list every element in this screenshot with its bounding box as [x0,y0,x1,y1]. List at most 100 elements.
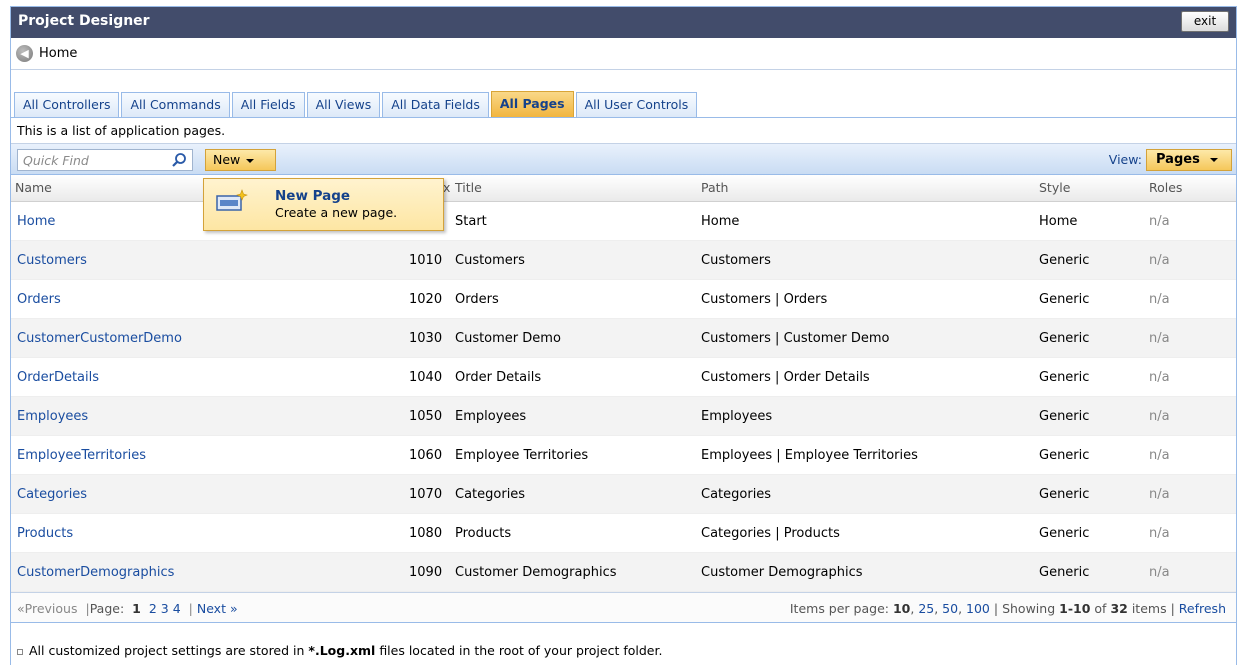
column-header-title[interactable]: Title [455,180,482,195]
row-style: Generic [1039,370,1090,385]
new-page-icon [216,189,248,211]
row-name-link[interactable]: EmployeeTerritories [17,448,146,463]
row-index: 1080 [409,526,443,541]
page-link[interactable]: 2 [149,601,157,616]
new-button[interactable]: New [205,149,276,171]
quick-find-input[interactable] [18,150,168,170]
next-link[interactable]: Next » [197,601,238,616]
showing-range: 1-10 [1059,601,1091,616]
column-header-style[interactable]: Style [1039,180,1070,195]
row-path: Categories | Products [701,526,840,541]
breadcrumb: ◀ Home [11,38,1236,70]
row-title: Customer Demographics [455,565,617,580]
row-title: Employee Territories [455,448,589,463]
showing-label: Showing [1002,601,1056,616]
row-title: Customer Demo [455,331,561,346]
row-title: Products [455,526,512,541]
row-index: 1090 [409,565,443,580]
items-per-page-option[interactable]: 50 [942,601,958,616]
column-header-index[interactable]: x [443,180,450,195]
tab-all-data-fields[interactable]: All Data Fields [382,92,489,117]
row-path: Home [701,214,740,229]
column-header-name[interactable]: Name [15,180,52,195]
tab-all-pages[interactable]: All Pages [490,91,574,117]
row-name-link[interactable]: Products [17,526,73,541]
items-per-page-option[interactable]: 100 [966,601,990,616]
row-path: Customer Demographics [701,565,863,580]
column-header-path[interactable]: Path [701,180,728,195]
previous-link[interactable]: «Previous [17,601,77,616]
row-roles: n/a [1149,409,1170,424]
row-style: Generic [1039,565,1090,580]
chevron-down-icon [246,158,255,163]
row-name-link[interactable]: CustomerCustomerDemo [17,331,182,346]
table-row[interactable]: EmployeeTerritories 1060 Employee Territ… [11,436,1236,475]
table-row[interactable]: Employees 1050 Employees Employees Gener… [11,397,1236,436]
row-style: Generic [1039,448,1090,463]
tab-all-views[interactable]: All Views [306,92,381,117]
items-per-page-current: 10 [892,601,911,616]
row-roles: n/a [1149,214,1170,229]
refresh-link[interactable]: Refresh [1179,601,1226,616]
table-row[interactable]: CustomerDemographics 1090 Customer Demog… [11,553,1236,592]
row-path: Employees [701,409,773,424]
items-per-page-option[interactable]: 25 [918,601,934,616]
window-title: Project Designer [18,13,150,29]
table-row[interactable]: Orders 1020 Orders Customers | Orders Ge… [11,280,1236,319]
footer-text-after: files located in the root of your projec… [379,643,663,658]
view-selector[interactable]: Pages [1146,149,1232,171]
back-arrow-icon[interactable]: ◀ [16,45,33,62]
row-title: Orders [455,292,499,307]
exit-button[interactable]: exit [1181,11,1229,32]
search-icon[interactable] [171,152,187,168]
row-index: 1010 [409,253,443,268]
row-roles: n/a [1149,331,1170,346]
view-label: View: [1108,152,1142,167]
row-name-link[interactable]: Home [17,214,55,229]
row-path: Categories [701,487,772,502]
row-title: Start [455,214,487,229]
table-row[interactable]: Home 1000 Start Home Home n/a [11,202,1236,241]
grid-header: Name x Title Path Style Roles [11,175,1236,202]
page-link[interactable]: 3 [161,601,169,616]
table-row[interactable]: Products 1080 Products Categories | Prod… [11,514,1236,553]
row-roles: n/a [1149,448,1170,463]
row-path: Customers [701,253,771,268]
footer-highlight: *.Log.xml [308,643,376,658]
back-label[interactable]: Home [39,46,77,61]
tab-all-commands[interactable]: All Commands [121,92,230,117]
new-page-menu-item[interactable]: New Page [275,188,350,204]
new-menu-popup[interactable]: New Page Create a new page. [203,178,444,231]
chevron-down-icon [1209,157,1218,162]
row-name-link[interactable]: CustomerDemographics [17,565,174,580]
bullet-icon [17,648,23,655]
project-designer-window: Project Designer exit ◀ Home All Control… [10,6,1237,665]
page-link[interactable]: 4 [173,601,181,616]
row-style: Generic [1039,253,1090,268]
row-path: Customers | Customer Demo [701,331,890,346]
row-name-link[interactable]: Employees [17,409,88,424]
table-row[interactable]: Customers 1010 Customers Customers Gener… [11,241,1236,280]
footer-text-before: All customized project settings are stor… [29,643,305,658]
row-name-link[interactable]: Customers [17,253,87,268]
row-title: Categories [455,487,526,502]
row-name-link[interactable]: Categories [17,487,87,502]
row-name-link[interactable]: OrderDetails [17,370,99,385]
quick-find-box [17,149,193,171]
row-index: 1060 [409,448,443,463]
tab-all-controllers[interactable]: All Controllers [14,92,120,117]
row-style: Generic [1039,292,1090,307]
tab-all-user-controls[interactable]: All User Controls [575,92,698,117]
tab-all-fields[interactable]: All Fields [231,92,305,117]
page-label: Page: [89,601,125,616]
pages-grid-panel: This is a list of application pages. New… [11,117,1236,637]
row-title: Order Details [455,370,542,385]
grid-description: This is a list of application pages. [11,118,1236,144]
column-header-roles[interactable]: Roles [1149,180,1182,195]
table-row[interactable]: OrderDetails 1040 Order Details Customer… [11,358,1236,397]
row-index: 1020 [409,292,443,307]
table-row[interactable]: CustomerCustomerDemo 1030 Customer Demo … [11,319,1236,358]
new-button-label: New [213,152,241,167]
row-name-link[interactable]: Orders [17,292,61,307]
table-row[interactable]: Categories 1070 Categories Categories Ge… [11,475,1236,514]
